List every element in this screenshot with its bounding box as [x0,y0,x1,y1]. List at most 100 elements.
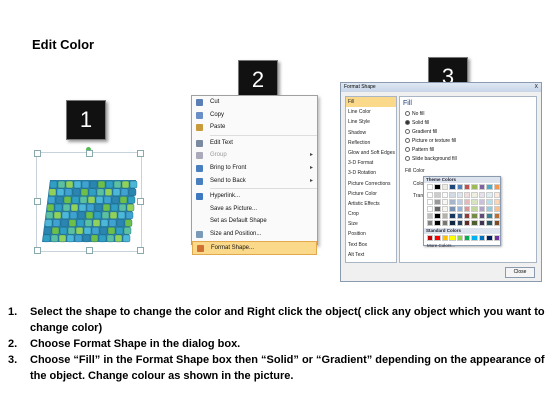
color-swatch[interactable] [456,199,464,205]
color-swatch[interactable] [471,199,478,205]
color-swatch[interactable] [456,235,464,241]
color-swatch[interactable] [471,192,478,198]
puzzle-image[interactable] [40,176,138,246]
menu-item-cut[interactable]: Cut [192,96,317,109]
color-swatch[interactable] [464,192,471,198]
menu-item-set-as-default-shape[interactable]: Set as Default Shape [192,215,317,228]
color-swatch[interactable] [441,199,449,205]
color-swatch[interactable] [449,192,456,198]
color-swatch[interactable] [449,184,456,190]
color-swatch[interactable] [427,192,434,198]
resize-handle[interactable] [137,247,144,254]
menu-item-format-shape[interactable]: Format Shape... [192,240,317,256]
resize-handle[interactable] [34,150,41,157]
category-item[interactable]: Glow and Soft Edges [346,148,396,158]
resize-handle[interactable] [86,247,93,254]
menu-item-size-and-position[interactable]: Size and Position... [192,228,317,241]
color-swatch[interactable] [427,199,434,205]
color-swatch[interactable] [456,213,464,219]
color-swatch[interactable] [478,235,486,241]
color-swatch[interactable] [434,235,441,241]
color-swatch[interactable] [434,192,441,198]
more-colors-link[interactable]: More Colors... [424,243,500,248]
resize-handle[interactable] [137,150,144,157]
color-swatch[interactable] [471,206,478,212]
fill-option[interactable]: Gradient fill [405,129,437,135]
close-button[interactable]: Close [505,267,535,278]
color-swatch[interactable] [486,192,493,198]
color-swatch[interactable] [478,192,486,198]
color-swatch[interactable] [478,220,486,226]
category-item[interactable]: Position [346,229,396,239]
menu-item-bring-to-front[interactable]: Bring to Front ▸ [192,162,317,175]
fill-option[interactable]: Solid fill [405,120,429,126]
category-item[interactable]: Fill [346,97,396,108]
color-swatch[interactable] [449,206,456,212]
color-swatch[interactable] [456,220,464,226]
resize-handle[interactable] [137,198,144,205]
color-swatch[interactable] [493,192,501,198]
color-swatch[interactable] [471,220,478,226]
color-swatch[interactable] [471,184,478,190]
color-swatch[interactable] [471,235,478,241]
category-item[interactable]: Size [346,219,396,229]
color-swatch[interactable] [486,206,493,212]
color-swatch[interactable] [464,213,471,219]
menu-item-copy[interactable]: Copy [192,109,317,122]
color-swatch[interactable] [441,192,449,198]
color-swatch[interactable] [486,220,493,226]
close-icon[interactable]: X [535,83,538,92]
color-swatch[interactable] [464,235,471,241]
menu-item-save-as-picture[interactable]: Save as Picture... [192,203,317,216]
resize-handle[interactable] [86,150,93,157]
color-swatch[interactable] [434,199,441,205]
color-swatch[interactable] [434,220,441,226]
category-item[interactable]: Crop [346,209,396,219]
category-item[interactable]: Line Color [346,107,396,117]
category-item[interactable]: Artistic Effects [346,199,396,209]
menu-item-paste[interactable]: Paste [192,121,317,134]
color-swatch[interactable] [478,184,486,190]
category-item[interactable]: Picture Color [346,189,396,199]
color-swatch[interactable] [493,213,501,219]
color-swatch[interactable] [427,184,434,190]
color-swatch[interactable] [449,213,456,219]
color-swatch[interactable] [441,206,449,212]
category-item[interactable]: Picture Corrections [346,179,396,189]
color-swatch[interactable] [449,220,456,226]
color-swatch[interactable] [493,235,501,241]
color-swatch[interactable] [441,220,449,226]
color-swatch[interactable] [427,206,434,212]
color-swatch[interactable] [486,184,493,190]
menu-item-edit-text[interactable]: Edit Text [192,137,317,150]
color-swatch[interactable] [464,184,471,190]
fill-option[interactable]: No fill [405,111,425,117]
category-item[interactable]: Line Style [346,117,396,127]
color-swatch[interactable] [493,184,501,190]
menu-item-hyperlink[interactable]: Hyperlink... [192,190,317,203]
color-swatch[interactable] [478,199,486,205]
category-item[interactable]: Reflection [346,138,396,148]
color-swatch[interactable] [493,199,501,205]
color-swatch[interactable] [478,213,486,219]
category-item[interactable]: 3-D Rotation [346,168,396,178]
color-swatch[interactable] [449,235,456,241]
fill-option[interactable]: Picture or texture fill [405,138,456,144]
color-swatch[interactable] [486,213,493,219]
category-item[interactable]: Text Box [346,240,396,250]
fill-option[interactable]: Slide background fill [405,156,457,162]
color-swatch[interactable] [427,213,434,219]
menu-item-group[interactable]: Group ▸ [192,149,317,162]
color-swatch[interactable] [464,220,471,226]
color-swatch[interactable] [486,235,493,241]
color-swatch[interactable] [441,184,449,190]
color-swatch[interactable] [441,213,449,219]
color-swatch[interactable] [471,213,478,219]
color-swatch[interactable] [464,199,471,205]
color-swatch[interactable] [427,235,434,241]
color-swatch[interactable] [441,235,449,241]
color-swatch[interactable] [434,213,441,219]
category-item[interactable]: 3-D Format [346,158,396,168]
color-swatch[interactable] [493,206,501,212]
color-swatch[interactable] [449,199,456,205]
